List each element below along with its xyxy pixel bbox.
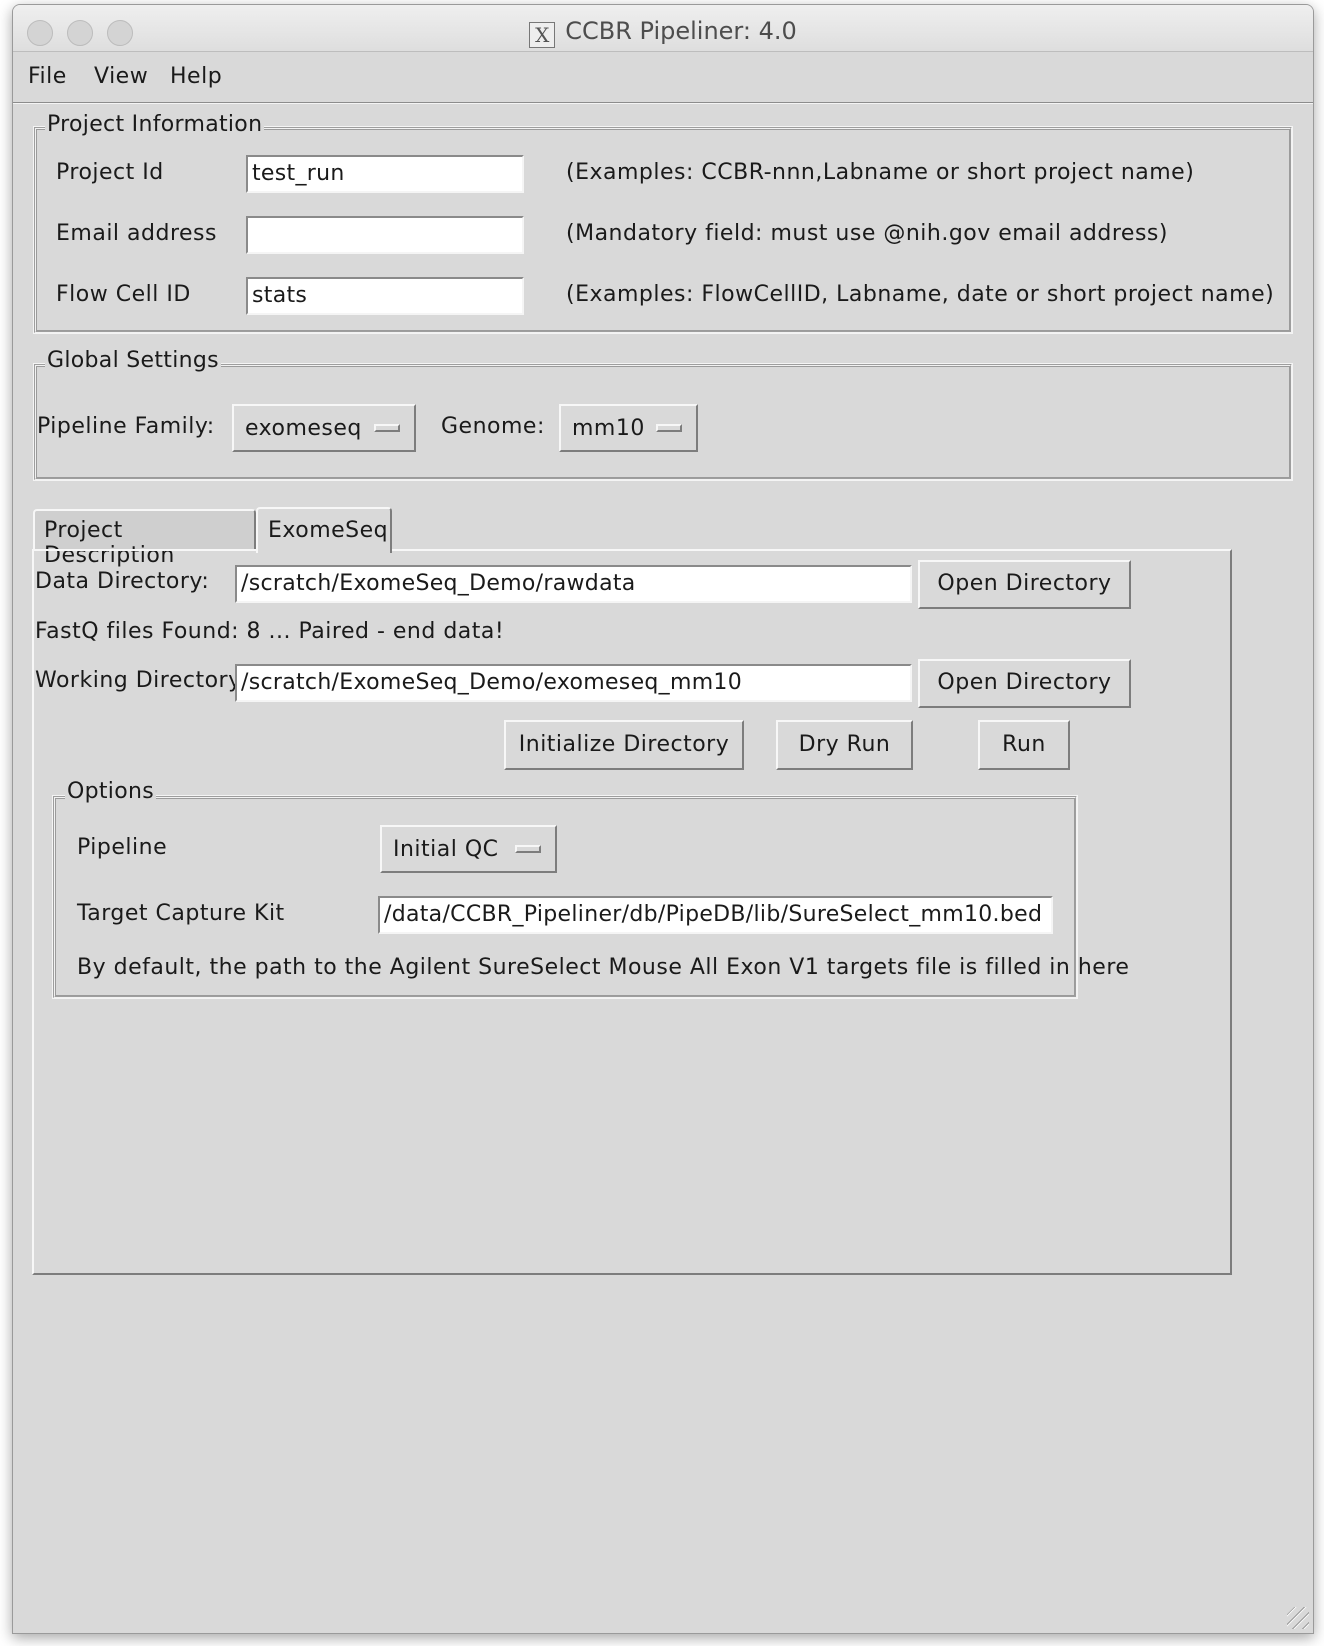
genome-label: Genome:	[441, 414, 545, 439]
data-directory-input[interactable]: /scratch/ExomeSeq_Demo/rawdata	[235, 565, 912, 603]
target-capture-kit-note: By default, the path to the Agilent Sure…	[77, 955, 1130, 980]
flow-cell-id-label: Flow Cell ID	[56, 282, 191, 307]
project-information-legend: Project Information	[45, 112, 265, 137]
flow-cell-id-input[interactable]: stats	[246, 277, 524, 315]
initialize-directory-button-label: Initialize Directory	[518, 732, 730, 757]
project-id-hint: (Examples: CCBR-nnn,Labname or short pro…	[566, 160, 1195, 185]
tab-project-description[interactable]: Project Description	[33, 509, 256, 568]
dry-run-button-label: Dry Run	[798, 732, 891, 757]
dropdown-indicator-icon	[515, 845, 541, 853]
pipeline-family-label: Pipeline Family:	[37, 414, 215, 439]
window-title-area: X CCBR Pipeliner: 4.0	[13, 17, 1313, 48]
x11-app-icon: X	[529, 22, 556, 48]
run-button-label: Run	[1002, 732, 1046, 757]
email-hint: (Mandatory field: must use @nih.gov emai…	[566, 221, 1168, 246]
email-input[interactable]	[246, 216, 524, 254]
project-id-label: Project Id	[56, 160, 164, 185]
project-id-input[interactable]: test_run	[246, 155, 524, 193]
global-settings-legend: Global Settings	[45, 348, 221, 373]
email-label: Email address	[56, 221, 217, 246]
pipeline-label: Pipeline	[77, 835, 168, 860]
menu-help[interactable]: Help	[170, 64, 222, 89]
working-directory-input[interactable]: /scratch/ExomeSeq_Demo/exomeseq_mm10	[235, 664, 912, 702]
run-button[interactable]: Run	[978, 720, 1070, 770]
data-directory-label: Data Directory:	[35, 569, 210, 594]
tab-exomeseq[interactable]: ExomeSeq	[256, 507, 392, 553]
title-bar: X CCBR Pipeliner: 4.0	[13, 5, 1313, 52]
pipeline-value: Initial QC	[393, 837, 499, 862]
genome-select[interactable]: mm10	[559, 404, 698, 452]
resize-grip-icon[interactable]	[1287, 1607, 1309, 1629]
pipeline-family-value: exomeseq	[245, 416, 362, 441]
dry-run-button[interactable]: Dry Run	[776, 720, 913, 770]
target-capture-kit-label: Target Capture Kit	[77, 901, 285, 926]
options-legend: Options	[65, 779, 156, 804]
fastq-found-text: FastQ files Found: 8 ... Paired - end da…	[35, 619, 505, 644]
menu-view[interactable]: View	[94, 64, 148, 89]
target-capture-kit-input[interactable]: /data/CCBR_Pipeliner/db/PipeDB/lib/SureS…	[378, 896, 1053, 934]
pipeline-select[interactable]: Initial QC	[380, 825, 557, 873]
window-title: CCBR Pipeliner: 4.0	[565, 17, 797, 45]
app-window: X CCBR Pipeliner: 4.0 File View Help Proj…	[12, 4, 1314, 1634]
genome-value: mm10	[572, 416, 645, 441]
open-data-directory-button-label: Open Directory	[937, 571, 1112, 596]
open-working-directory-button-label: Open Directory	[937, 670, 1112, 695]
flow-cell-id-hint: (Examples: FlowCellID, Labname, date or …	[566, 282, 1275, 307]
tab-exomeseq-label: ExomeSeq	[268, 518, 389, 543]
pipeline-family-select[interactable]: exomeseq	[232, 404, 416, 452]
open-data-directory-button[interactable]: Open Directory	[918, 560, 1131, 609]
open-working-directory-button[interactable]: Open Directory	[918, 659, 1131, 708]
initialize-directory-button[interactable]: Initialize Directory	[504, 720, 744, 770]
dropdown-indicator-icon	[374, 424, 400, 432]
dropdown-indicator-icon	[656, 424, 682, 432]
menu-bar: File View Help	[13, 52, 1313, 103]
working-directory-label: Working Directory:	[35, 668, 248, 693]
menu-file[interactable]: File	[28, 64, 67, 89]
